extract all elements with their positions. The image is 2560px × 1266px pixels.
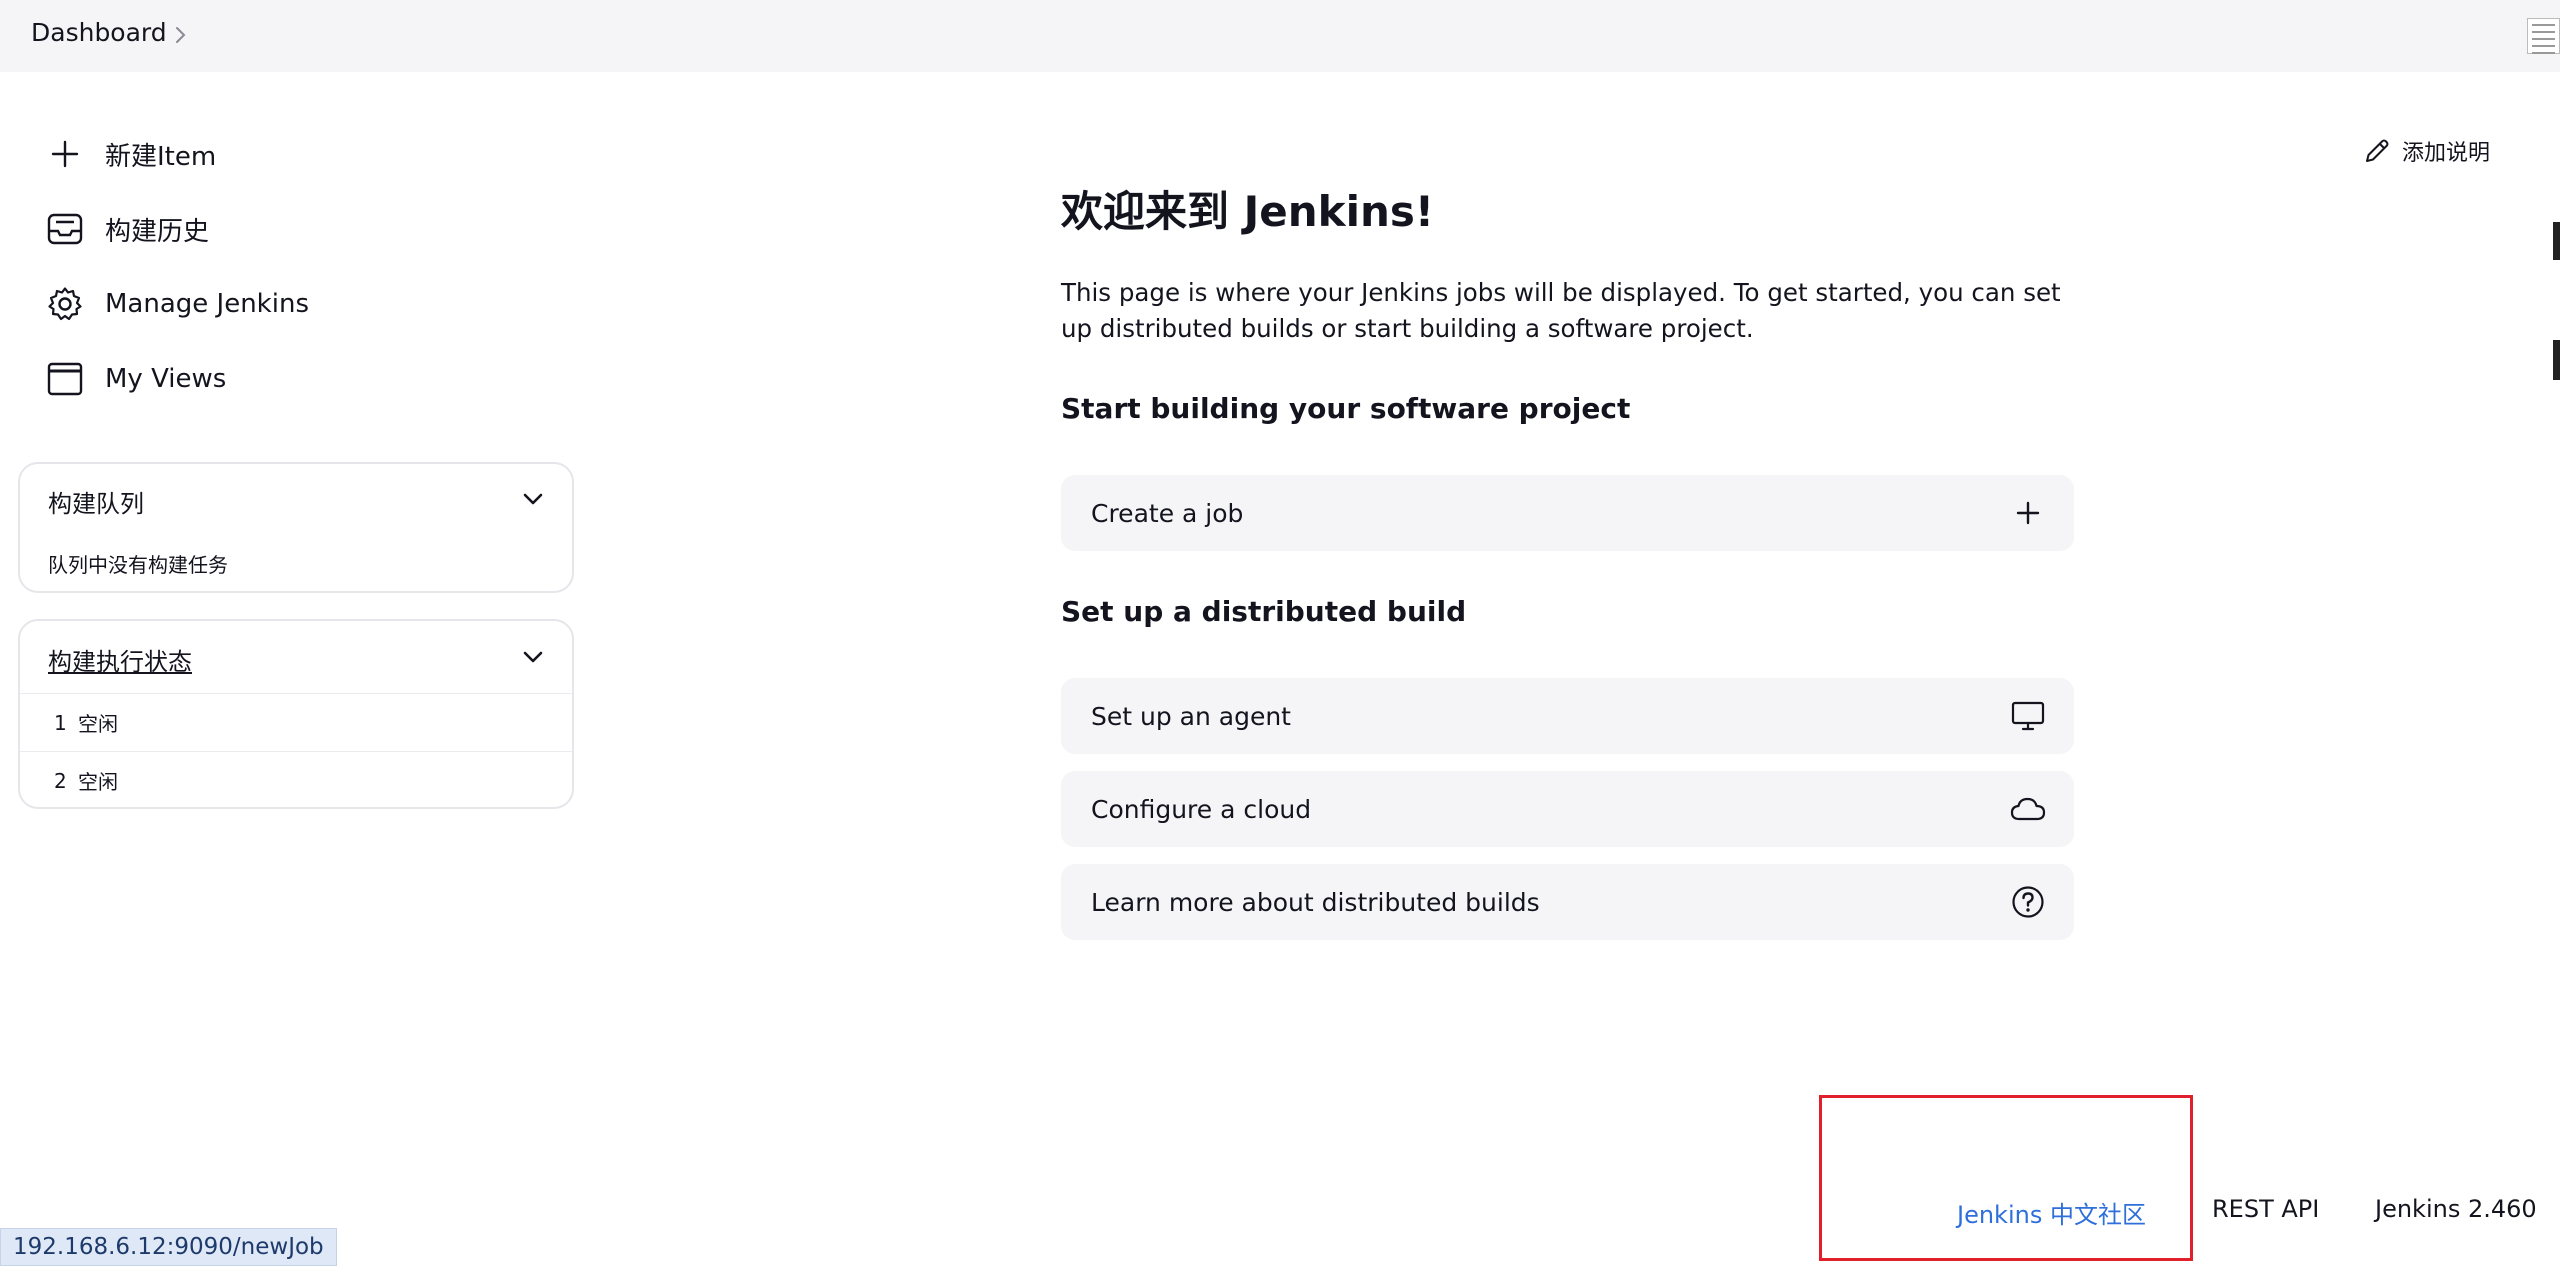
executor-number: 2: [54, 768, 67, 793]
intro-text: This page is where your Jenkins jobs wil…: [1061, 278, 2061, 343]
cloud-icon: [2008, 789, 2048, 829]
footer-rest-api-link[interactable]: REST API: [2212, 1195, 2319, 1223]
page-title: 欢迎来到 Jenkins!: [1061, 187, 1435, 236]
document-icon[interactable]: [2527, 18, 2560, 54]
action-label: Set up an agent: [1091, 701, 1291, 731]
configure-cloud-button[interactable]: Configure a cloud: [1061, 771, 2074, 847]
action-label: Create a job: [1091, 498, 1244, 528]
sidebar-item-label: 构建历史: [105, 216, 210, 247]
sidebar-item-manage-jenkins[interactable]: Manage Jenkins: [45, 284, 309, 324]
executor-status: 空闲: [78, 712, 118, 736]
footer-community-link[interactable]: Jenkins 中文社区: [1957, 1195, 2146, 1230]
help-circle-icon: [2008, 882, 2048, 922]
breadcrumb-dashboard[interactable]: Dashboard: [31, 18, 167, 47]
sidebar-item-label: 新建Item: [105, 141, 217, 172]
status-bar-url: 192.168.6.12:9090/newJob: [0, 1228, 337, 1266]
monitor-icon: [2008, 696, 2048, 736]
chevron-down-icon[interactable]: [520, 486, 546, 512]
sidebar-item-new-item[interactable]: 新建Item: [45, 134, 216, 174]
executor-number: 1: [54, 710, 67, 735]
add-description-label: 添加说明: [2402, 141, 2491, 166]
annotation-highlight-box: [1819, 1095, 2193, 1261]
gear-icon: [45, 284, 85, 324]
create-job-button[interactable]: Create a job: [1061, 475, 2074, 551]
executor-row: 2 空闲: [20, 751, 572, 809]
executor-row: 1 空闲: [20, 693, 572, 751]
build-queue-pane: 构建队列 队列中没有构建任务: [18, 462, 574, 593]
executors-title[interactable]: 构建执行状态: [48, 642, 192, 677]
action-label: Learn more about distributed builds: [1091, 887, 1540, 917]
section-heading-distributed: Set up a distributed build: [1061, 595, 1467, 628]
pencil-icon: [2366, 139, 2389, 162]
sidebar-item-label: Manage Jenkins: [105, 289, 309, 319]
build-queue-empty: 队列中没有构建任务: [48, 553, 228, 577]
scrollbar-mark: [2553, 222, 2560, 260]
chevron-right-icon[interactable]: [170, 24, 190, 46]
section-heading-start: Start building your software project: [1061, 392, 1631, 425]
setup-agent-button[interactable]: Set up an agent: [1061, 678, 2074, 754]
scrollbar-mark: [2553, 340, 2560, 380]
action-label: Configure a cloud: [1091, 794, 1312, 824]
plus-icon: [2008, 493, 2048, 533]
top-bar: Dashboard: [0, 0, 2560, 72]
plus-icon: [45, 134, 85, 174]
executor-status: 空闲: [78, 770, 118, 794]
sidebar-item-my-views[interactable]: My Views: [45, 359, 226, 399]
add-description-link[interactable]: 添加说明: [2362, 134, 2490, 168]
window-icon: [45, 359, 85, 399]
footer-version-link[interactable]: Jenkins 2.460: [2375, 1195, 2537, 1223]
sidebar-item-label: My Views: [105, 364, 227, 394]
sidebar-item-build-history[interactable]: 构建历史: [45, 209, 209, 249]
executors-pane: 构建执行状态 1 空闲 2 空闲: [18, 619, 574, 809]
inbox-icon: [45, 209, 85, 249]
chevron-down-icon[interactable]: [520, 644, 546, 670]
learn-distributed-builds-button[interactable]: Learn more about distributed builds: [1061, 864, 2074, 940]
build-queue-title: 构建队列: [48, 490, 144, 518]
